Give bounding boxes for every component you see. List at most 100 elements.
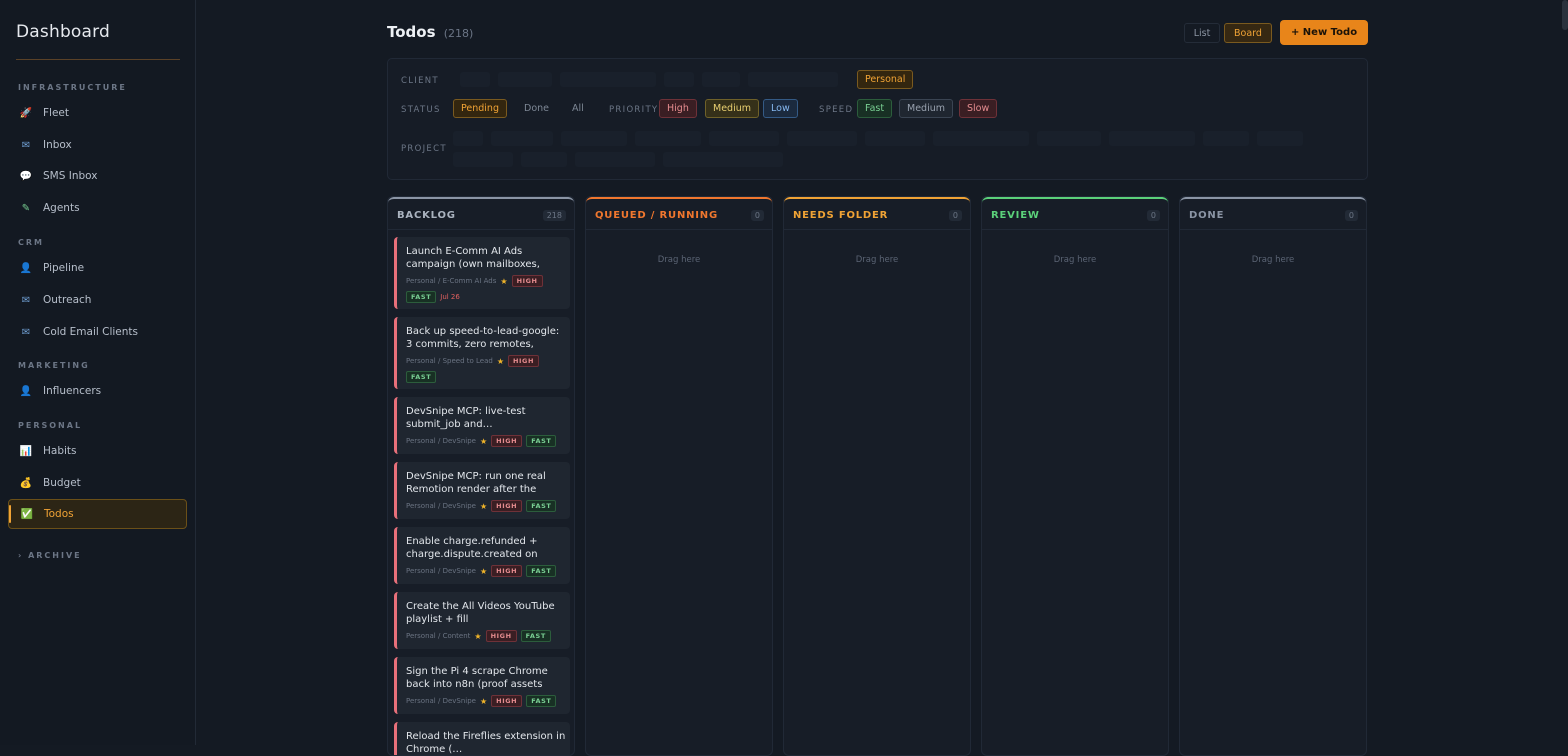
priority-tag: HIGH [491, 695, 522, 707]
mail-icon: ✉ [19, 138, 33, 152]
card-meta: FAST [406, 371, 440, 383]
client-chip[interactable] [460, 72, 490, 87]
status-chip-done[interactable]: Done [517, 99, 556, 118]
todo-card[interactable]: DevSnipe MCP: live-test submit_job and… … [394, 397, 570, 454]
column-title: BACKLOG [397, 210, 456, 221]
project-filter-label: PROJECT [401, 144, 447, 154]
project-chip[interactable] [865, 131, 925, 146]
sidebar-item-cold-email-clients[interactable]: ✉ Cold Email Clients [8, 317, 187, 347]
card-meta: Personal / Speed to Lead ★ HIGH [406, 355, 543, 367]
speed-chip-slow[interactable]: Slow [959, 99, 997, 118]
sidebar-item-label: Outreach [43, 294, 91, 306]
drop-zone[interactable]: Drag here [784, 255, 970, 265]
star-icon[interactable]: ★ [480, 437, 487, 446]
project-chip[interactable] [453, 131, 483, 146]
status-chip-pending[interactable]: Pending [453, 99, 507, 118]
chart-icon: 📊 [19, 444, 33, 458]
client-chip-personal[interactable]: Personal [857, 70, 913, 89]
client-chip[interactable] [702, 72, 740, 87]
card-project: Personal / DevSnipe [406, 437, 476, 445]
client-chip[interactable] [664, 72, 694, 87]
project-chip[interactable] [1109, 131, 1195, 146]
todo-card[interactable]: Create the All Videos YouTube playlist +… [394, 592, 570, 649]
card-title: Back up speed-to-lead-google: 3 commits,… [406, 325, 566, 351]
card-project: Personal / DevSnipe [406, 697, 476, 705]
page-scrollbar[interactable] [1562, 0, 1568, 30]
star-icon[interactable]: ★ [474, 632, 481, 641]
todo-card[interactable]: Sign the Pi 4 scrape Chrome back into n8… [394, 657, 570, 714]
project-chip[interactable] [453, 152, 513, 167]
view-list-button[interactable]: List [1184, 23, 1220, 43]
sidebar-item-influencers[interactable]: 👤 Influencers [8, 376, 187, 406]
moneybag-icon: 💰 [19, 476, 33, 490]
brand-title[interactable]: Dashboard [16, 22, 110, 42]
todo-card[interactable]: Reload the Fireflies extension in Chrome… [394, 722, 570, 756]
client-chip[interactable] [560, 72, 656, 87]
sidebar-item-inbox[interactable]: ✉ Inbox [8, 130, 187, 160]
card-title: DevSnipe MCP: live-test submit_job and… [406, 405, 566, 431]
card-project: Personal / E-Comm AI Ads [406, 277, 496, 285]
sidebar-item-budget[interactable]: 💰 Budget [8, 468, 187, 498]
priority-filter-label: PRIORITY [609, 105, 658, 115]
todo-card[interactable]: Launch E-Comm AI Ads campaign (own mailb… [394, 237, 570, 309]
sidebar-item-sms-inbox[interactable]: 💬 SMS Inbox [8, 161, 187, 191]
speed-chip-medium[interactable]: Medium [899, 99, 953, 118]
speed-chip-fast[interactable]: Fast [857, 99, 892, 118]
todo-count: (218) [444, 27, 474, 40]
card-project: Personal / Content [406, 632, 470, 640]
column-title: NEEDS FOLDER [793, 210, 888, 221]
project-chip[interactable] [1203, 131, 1249, 146]
star-icon[interactable]: ★ [500, 277, 507, 286]
section-marketing: MARKETING [18, 361, 90, 370]
priority-chip-low[interactable]: Low [763, 99, 798, 118]
sidebar-item-fleet[interactable]: 🚀 Fleet [8, 98, 187, 128]
sidebar-item-label: Todos [44, 508, 74, 520]
project-chip[interactable] [491, 131, 553, 146]
card-title: Launch E-Comm AI Ads campaign (own mailb… [406, 245, 566, 271]
project-chip[interactable] [575, 152, 655, 167]
project-chip[interactable] [663, 152, 783, 167]
todo-card[interactable]: Back up speed-to-lead-google: 3 commits,… [394, 317, 570, 389]
sidebar-item-label: Cold Email Clients [43, 326, 138, 338]
project-chip[interactable] [1037, 131, 1101, 146]
sidebar-item-todos[interactable]: ✅ Todos [8, 499, 187, 529]
sidebar-item-pipeline[interactable]: 👤 Pipeline [8, 253, 187, 283]
project-chip[interactable] [521, 152, 567, 167]
project-chip[interactable] [933, 131, 1029, 146]
todo-card[interactable]: Enable charge.refunded + charge.dispute.… [394, 527, 570, 584]
project-chip[interactable] [709, 131, 779, 146]
drop-zone[interactable]: Drag here [982, 255, 1168, 265]
drop-zone[interactable]: Drag here [1180, 255, 1366, 265]
project-chip[interactable] [561, 131, 627, 146]
section-crm: CRM [18, 238, 44, 247]
card-title: Sign the Pi 4 scrape Chrome back into n8… [406, 665, 566, 691]
archive-toggle[interactable]: › ARCHIVE [18, 551, 82, 560]
page-title: Todos (218) [387, 23, 473, 41]
star-icon[interactable]: ★ [480, 567, 487, 576]
sidebar-item-agents[interactable]: ✎ Agents [8, 193, 187, 223]
card-meta: Personal / DevSnipe ★ HIGH FAST [406, 695, 560, 707]
view-board-button[interactable]: Board [1224, 23, 1272, 43]
star-icon[interactable]: ★ [480, 697, 487, 706]
card-title: DevSnipe MCP: run one real Remotion rend… [406, 470, 566, 496]
due-date: Jul 26 [440, 293, 460, 301]
sidebar-item-outreach[interactable]: ✉ Outreach [8, 285, 187, 315]
client-chip[interactable] [748, 72, 838, 87]
envelope-icon: ✉ [19, 293, 33, 307]
people-icon: 👤 [19, 261, 33, 275]
sidebar-item-habits[interactable]: 📊 Habits [8, 436, 187, 466]
star-icon[interactable]: ★ [480, 502, 487, 511]
project-chip[interactable] [1257, 131, 1303, 146]
status-chip-all[interactable]: All [565, 99, 591, 118]
drop-zone[interactable]: Drag here [586, 255, 772, 265]
client-chip[interactable] [498, 72, 552, 87]
new-todo-button[interactable]: + New Todo [1280, 20, 1368, 45]
priority-chip-medium[interactable]: Medium [705, 99, 759, 118]
project-chip[interactable] [787, 131, 857, 146]
todo-card[interactable]: DevSnipe MCP: run one real Remotion rend… [394, 462, 570, 519]
brand-divider [16, 59, 180, 60]
speed-tag: FAST [526, 565, 556, 577]
star-icon[interactable]: ★ [497, 357, 504, 366]
project-chip[interactable] [635, 131, 701, 146]
priority-chip-high[interactable]: High [659, 99, 697, 118]
